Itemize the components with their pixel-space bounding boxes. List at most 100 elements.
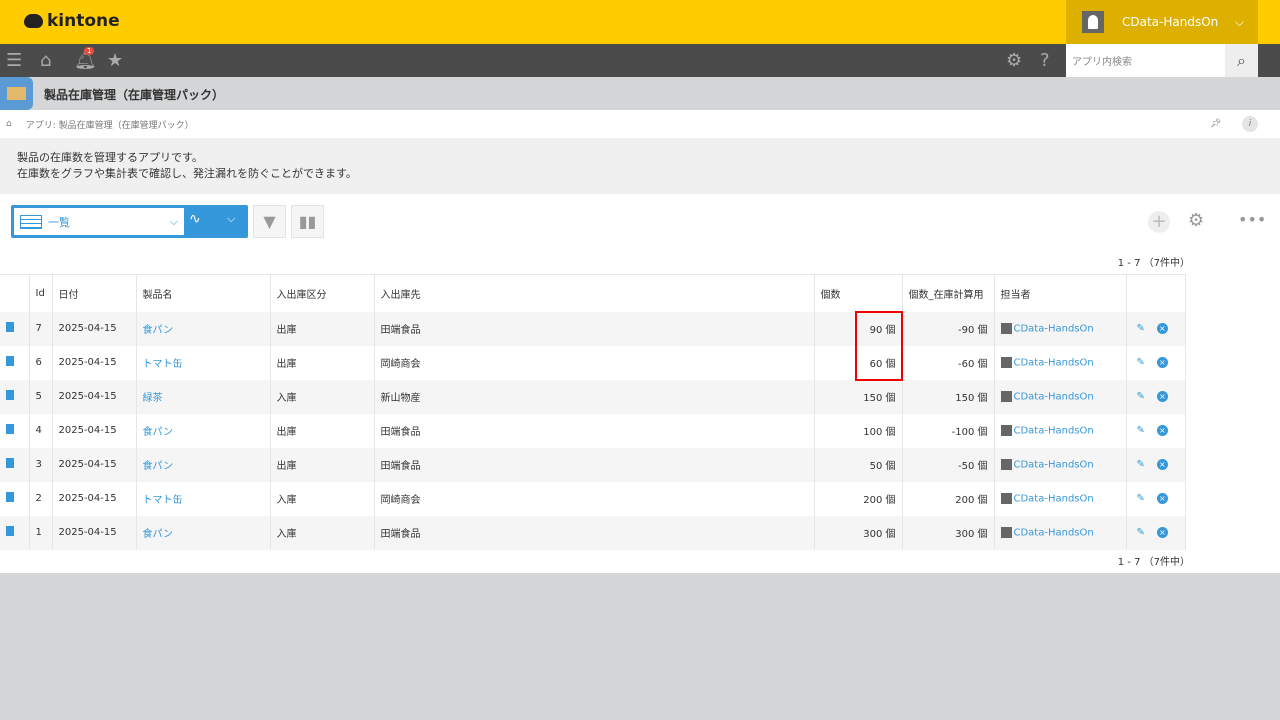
owner-link[interactable]: CData-HandsOn: [1014, 459, 1094, 470]
filter-button[interactable]: ▼: [253, 205, 286, 238]
cell-product[interactable]: トマト缶: [136, 481, 271, 516]
document-icon[interactable]: [6, 390, 14, 400]
document-icon[interactable]: [6, 492, 14, 502]
view-selector[interactable]: 一覧 ⌵ ∿ ⌵: [11, 205, 248, 238]
cell-product[interactable]: 食パン: [136, 413, 271, 448]
record-detail-link[interactable]: [0, 481, 30, 516]
logo-text: kintone: [47, 11, 120, 31]
column-header[interactable]: Id: [29, 274, 53, 312]
record-detail-link[interactable]: [0, 413, 30, 448]
gear-icon[interactable]: ⚙: [1006, 50, 1022, 71]
user-icon: [1000, 492, 1012, 504]
delete-icon[interactable]: ×: [1156, 391, 1168, 402]
column-header[interactable]: 個数: [814, 274, 903, 312]
delete-icon[interactable]: ×: [1156, 493, 1168, 504]
document-icon[interactable]: [6, 458, 14, 468]
edit-pencil-icon[interactable]: ✎: [1137, 527, 1145, 538]
cell-owner[interactable]: CData-HandsOn: [994, 379, 1127, 414]
add-record-button[interactable]: +: [1148, 211, 1170, 233]
chevron-down-icon[interactable]: ⌵: [227, 212, 235, 226]
cell-kubun: 出庫: [270, 311, 375, 346]
delete-icon[interactable]: ×: [1156, 527, 1168, 538]
app-search[interactable]: アプリ内検索 ⌕: [1066, 44, 1258, 77]
cell-owner[interactable]: CData-HandsOn: [994, 447, 1127, 482]
graph-icon[interactable]: ∿: [189, 211, 201, 227]
delete-icon[interactable]: ×: [1156, 323, 1168, 334]
chart-button[interactable]: ▮▮: [291, 205, 324, 238]
menu-icon[interactable]: ☰: [6, 50, 22, 71]
record-detail-link[interactable]: [0, 515, 30, 550]
user-name: CData-HandsOn: [1122, 15, 1219, 29]
breadcrumb-app[interactable]: アプリ: 製品在庫管理（在庫管理パック）: [26, 118, 194, 131]
help-icon[interactable]: ?: [1040, 50, 1050, 71]
column-header[interactable]: 担当者: [994, 274, 1127, 312]
owner-link[interactable]: CData-HandsOn: [1014, 391, 1094, 402]
pager-top: 1 - 7 （7件中）: [1117, 258, 1190, 269]
edit-pencil-icon[interactable]: ✎: [1137, 391, 1145, 402]
cell-owner[interactable]: CData-HandsOn: [994, 515, 1127, 550]
table-row: 2 2025-04-15 トマト缶 入庫 岡崎商会 200 個 200 個 CD…: [0, 481, 1186, 516]
column-header[interactable]: 入出庫先: [374, 274, 815, 312]
owner-link[interactable]: CData-HandsOn: [1014, 527, 1094, 538]
header-blank: [0, 274, 30, 312]
cell-partner: 新山物産: [374, 379, 815, 414]
cell-qty: 100 個: [814, 413, 903, 448]
settings-gear-icon[interactable]: ⚙: [1188, 210, 1204, 231]
edit-pencil-icon[interactable]: ✎: [1137, 357, 1145, 368]
cell-kubun: 入庫: [270, 481, 375, 516]
pin-icon[interactable]: 📌︎: [1210, 119, 1221, 129]
column-header[interactable]: 日付: [52, 274, 137, 312]
user-icon: [1000, 458, 1012, 470]
user-icon: [1000, 356, 1012, 368]
cell-product[interactable]: 食パン: [136, 447, 271, 482]
record-detail-link[interactable]: [0, 311, 30, 346]
delete-icon[interactable]: ×: [1156, 459, 1168, 470]
record-detail-link[interactable]: [0, 379, 30, 414]
highlight-box: [855, 311, 903, 381]
cell-partner: 田端食品: [374, 447, 815, 482]
owner-link[interactable]: CData-HandsOn: [1014, 357, 1094, 368]
column-header[interactable]: 製品名: [136, 274, 271, 312]
owner-link[interactable]: CData-HandsOn: [1014, 323, 1094, 334]
cell-actions: ✎ ×: [1126, 447, 1186, 482]
cell-product[interactable]: 食パン: [136, 311, 271, 346]
cell-product[interactable]: 食パン: [136, 515, 271, 550]
kintone-logo[interactable]: kintone: [24, 11, 120, 31]
delete-icon[interactable]: ×: [1156, 357, 1168, 368]
user-menu[interactable]: CData-HandsOn ⌵: [1066, 0, 1258, 44]
edit-pencil-icon[interactable]: ✎: [1137, 323, 1145, 334]
cell-owner[interactable]: CData-HandsOn: [994, 413, 1127, 448]
home-icon[interactable]: ⌂: [40, 50, 51, 71]
record-detail-link[interactable]: [0, 345, 30, 380]
search-input[interactable]: アプリ内検索: [1066, 53, 1225, 68]
owner-link[interactable]: CData-HandsOn: [1014, 425, 1094, 436]
edit-pencil-icon[interactable]: ✎: [1137, 425, 1145, 436]
delete-icon[interactable]: ×: [1156, 425, 1168, 436]
document-icon[interactable]: [6, 322, 14, 332]
home-icon[interactable]: ⌂: [6, 119, 12, 129]
cell-product[interactable]: 緑茶: [136, 379, 271, 414]
document-icon[interactable]: [6, 424, 14, 434]
search-icon[interactable]: ⌕: [1225, 44, 1258, 77]
more-options-icon[interactable]: •••: [1238, 210, 1266, 229]
cell-owner[interactable]: CData-HandsOn: [994, 345, 1127, 380]
cell-owner[interactable]: CData-HandsOn: [994, 481, 1127, 516]
cell-id: 4: [29, 413, 53, 448]
column-header[interactable]: 個数_在庫計算用: [902, 274, 995, 312]
document-icon[interactable]: [6, 526, 14, 536]
info-icon[interactable]: i: [1242, 116, 1258, 132]
column-header[interactable]: 入出庫区分: [270, 274, 375, 312]
record-detail-link[interactable]: [0, 447, 30, 482]
cell-id: 7: [29, 311, 53, 346]
owner-link[interactable]: CData-HandsOn: [1014, 493, 1094, 504]
star-icon[interactable]: ★: [107, 50, 123, 71]
cell-id: 2: [29, 481, 53, 516]
cell-date: 2025-04-15: [52, 379, 137, 414]
document-icon[interactable]: [6, 356, 14, 366]
cell-owner[interactable]: CData-HandsOn: [994, 311, 1127, 346]
edit-pencil-icon[interactable]: ✎: [1137, 493, 1145, 504]
cell-partner: 岡崎商会: [374, 345, 815, 380]
cell-product[interactable]: トマト缶: [136, 345, 271, 380]
table-row: 6 2025-04-15 トマト缶 出庫 岡崎商会 60 個 -60 個 CDa…: [0, 345, 1186, 380]
edit-pencil-icon[interactable]: ✎: [1137, 459, 1145, 470]
